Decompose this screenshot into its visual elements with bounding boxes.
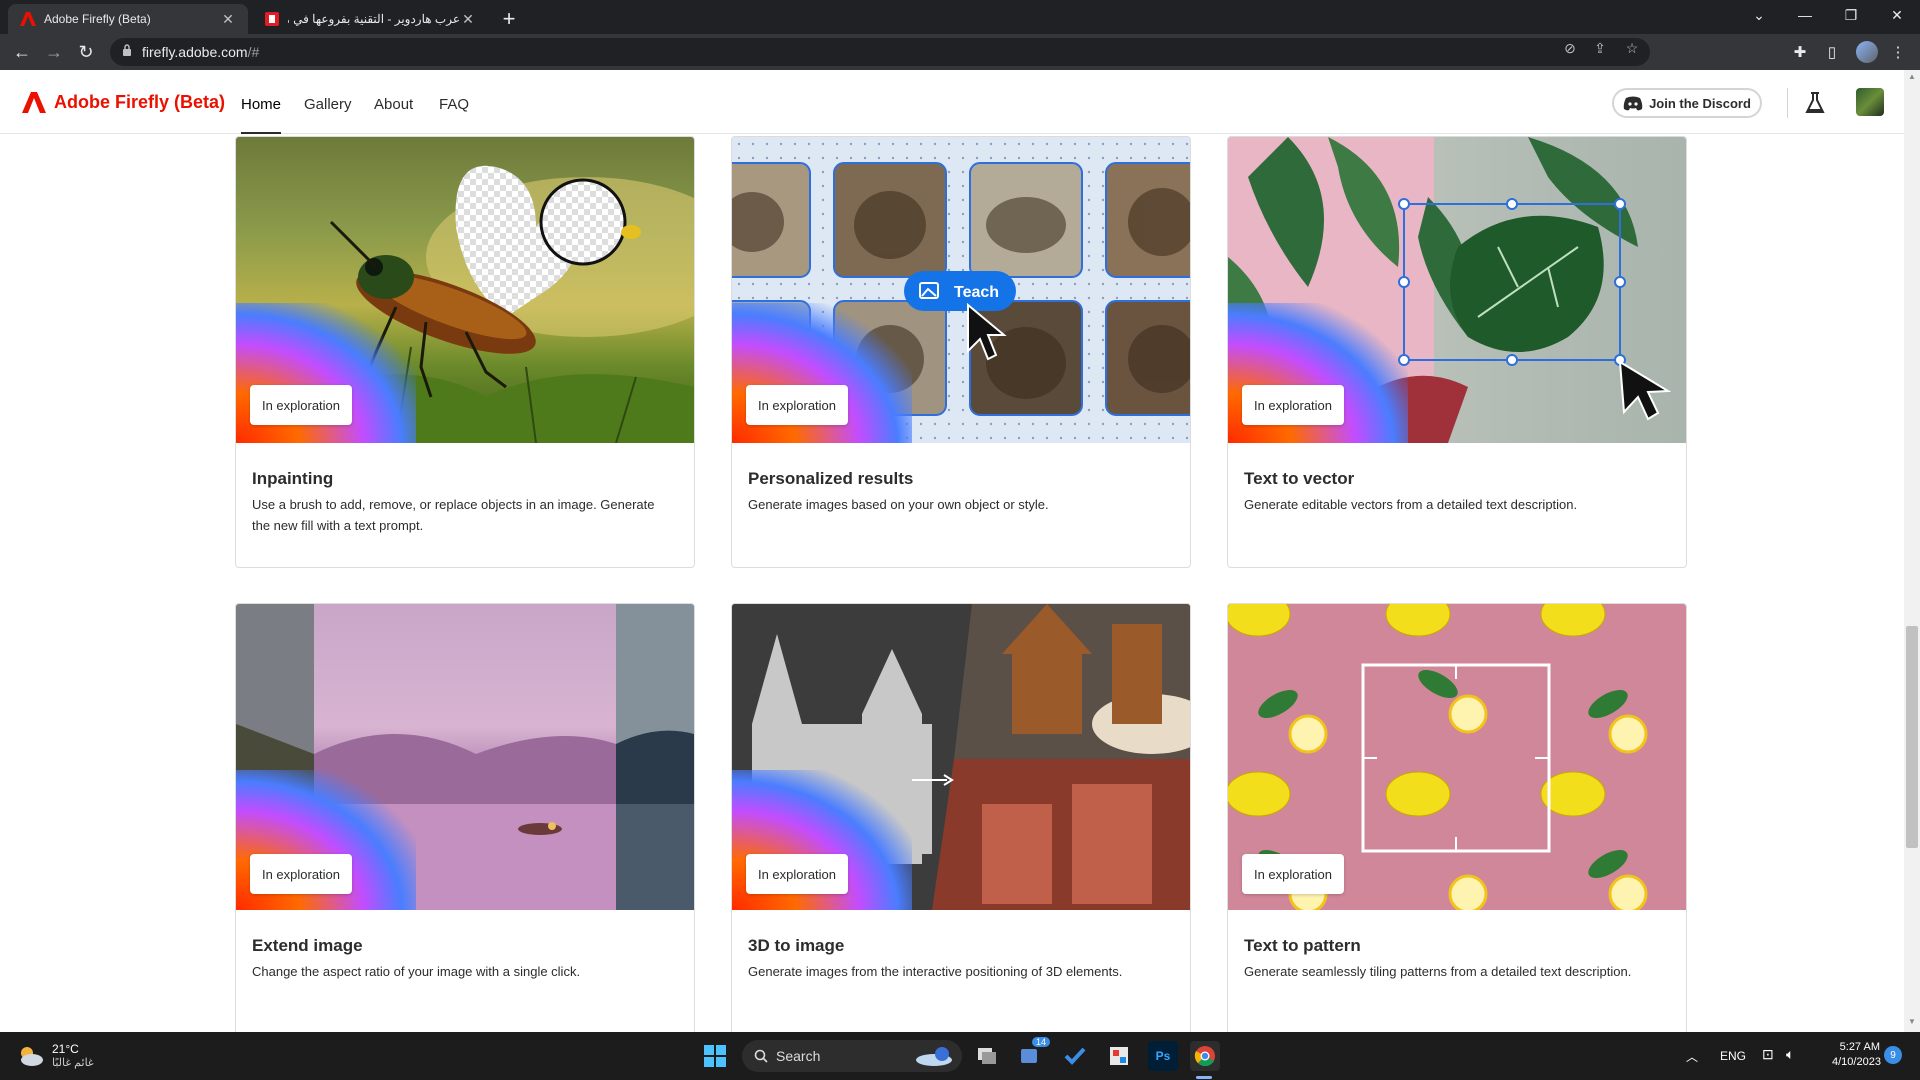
back-arrow-icon[interactable]: ← [10, 40, 34, 64]
beta-lab-flask-icon[interactable] [1805, 92, 1825, 114]
join-discord-button[interactable]: Join the Discord [1612, 88, 1762, 118]
header-divider [1787, 88, 1788, 118]
status-badge: In exploration [1242, 385, 1344, 425]
lock-icon [123, 44, 131, 56]
features-grid: In exploration Inpainting Use a brush to… [0, 135, 1904, 1032]
teams-chat-icon[interactable]: 14 [1016, 1037, 1050, 1071]
firefly-brand[interactable]: Adobe Firefly (Beta) [22, 92, 225, 113]
extensions-puzzle-icon[interactable]: ✚ [1790, 42, 1810, 62]
page-scrollbar[interactable] [1904, 70, 1920, 1032]
clock-time: 5:27 AM [1839, 1041, 1880, 1053]
notification-badge: 14 [1031, 1037, 1050, 1047]
weather-widget[interactable]: 21°C غائم غالبًا [16, 1042, 94, 1069]
discord-label: Join the Discord [1649, 95, 1751, 111]
network-icon[interactable]: ⊡ [1762, 1046, 1774, 1063]
status-badge: In exploration [250, 385, 352, 425]
reload-icon[interactable]: ↻ [74, 40, 98, 64]
browser-toolbar: ← → ↻ firefly.adobe.com/# ⊘ ⇪ ☆ ✚ ▯ ⋮ [0, 34, 1920, 70]
card-text-to-pattern[interactable]: In exploration Text to pattern Generate … [1227, 603, 1687, 1032]
card-title: Text to pattern [1244, 936, 1361, 955]
snipping-tool-icon[interactable] [1104, 1041, 1134, 1071]
scroll-up-arrow[interactable]: ▲ [1904, 72, 1920, 86]
close-window-button[interactable]: ✕ [1874, 0, 1920, 30]
active-app-indicator [1196, 1076, 1212, 1079]
tab-search-icon[interactable]: ⌄ [1736, 0, 1782, 30]
nav-home[interactable]: Home [241, 96, 282, 134]
card-text-to-vector[interactable]: In exploration Text to vector Generate e… [1227, 136, 1687, 568]
todo-check-icon[interactable] [1060, 1041, 1090, 1071]
scroll-down-arrow[interactable]: ▼ [1904, 1017, 1920, 1031]
chrome-menu-icon[interactable]: ⋮ [1888, 42, 1908, 62]
chrome-icon[interactable] [1190, 1041, 1220, 1071]
status-badge: In exploration [1242, 854, 1344, 894]
card-description: Generate editable vectors from a detaile… [1244, 497, 1578, 512]
forward-arrow-icon[interactable]: → [42, 40, 66, 64]
card-personalized-results[interactable]: Teach In exploration Personalized result… [731, 136, 1191, 568]
tab-arabhardware[interactable]: عرب هاردوير - التقنية بفروعها في متناول … [252, 4, 488, 34]
restore-button[interactable]: ❐ [1828, 0, 1874, 30]
tab-title: عرب هاردوير - التقنية بفروعها في متناول … [288, 12, 460, 26]
adobe-logo-icon [20, 11, 36, 27]
card-3d-to-image[interactable]: In exploration 3D to image Generate imag… [731, 603, 1191, 1032]
status-badge: In exploration [250, 854, 352, 894]
url-path: /# [247, 44, 260, 60]
new-tab-button[interactable]: + [496, 6, 522, 32]
close-tab-icon[interactable]: ✕ [460, 11, 476, 28]
firefly-header: Adobe Firefly (Beta) Home Gallery About … [0, 70, 1904, 134]
photoshop-icon[interactable]: Ps [1148, 1041, 1178, 1071]
volume-icon[interactable]: 🔈︎ [1786, 1046, 1794, 1063]
search-label: Search [776, 1048, 821, 1064]
card-description: Generate images based on your own object… [748, 497, 1049, 512]
notification-count-badge[interactable]: 9 [1884, 1046, 1902, 1064]
tab-adobe-firefly[interactable]: Adobe Firefly (Beta) ✕ [8, 4, 248, 34]
bookmark-star-icon[interactable]: ☆ [1624, 40, 1640, 56]
windows-taskbar: 21°C غائم غالبًا Search 14 Ps ︿ ENG ⊡ 🔈︎… [0, 1032, 1920, 1080]
arabhardware-logo-icon [264, 11, 280, 27]
clock[interactable]: 5:27 AM 4/10/2023 [1832, 1041, 1881, 1068]
status-badge: In exploration [746, 854, 848, 894]
nav-about[interactable]: About [374, 96, 413, 113]
brand-name: Adobe Firefly (Beta) [54, 92, 226, 112]
card-description: Generate images from the interactive pos… [748, 964, 1123, 979]
search-icon [754, 1049, 768, 1063]
minimize-button[interactable]: — [1782, 0, 1828, 30]
task-view-icon[interactable] [972, 1041, 1002, 1071]
profile-avatar[interactable] [1856, 41, 1878, 63]
language-indicator[interactable]: ENG [1720, 1049, 1746, 1063]
tab-title: Adobe Firefly (Beta) [44, 12, 151, 26]
nav-gallery[interactable]: Gallery [304, 96, 352, 113]
show-hidden-icons-chevron[interactable]: ︿ [1686, 1048, 1698, 1065]
close-tab-icon[interactable]: ✕ [220, 11, 236, 28]
scrollbar-thumb[interactable] [1906, 626, 1918, 848]
status-badge: In exploration [746, 385, 848, 425]
teach-label: Teach [954, 284, 999, 301]
card-title: Inpainting [252, 469, 334, 488]
windows-start-icon[interactable] [700, 1041, 730, 1071]
cloudy-weather-icon [21, 1046, 43, 1066]
weather-temp: 21°C [52, 1042, 79, 1056]
card-inpainting[interactable]: In exploration Inpainting Use a brush to… [235, 136, 695, 568]
share-icon[interactable]: ⇪ [1592, 40, 1608, 56]
card-description: Change the aspect ratio of your image wi… [252, 964, 581, 979]
side-panel-icon[interactable]: ▯ [1822, 42, 1842, 62]
card-description: Generate seamlessly tiling patterns from… [1244, 964, 1632, 979]
card-title: 3D to image [748, 936, 845, 955]
card-description: Use a brush to add, remove, or replace o… [252, 497, 655, 533]
card-title: Extend image [252, 936, 363, 955]
card-extend-image[interactable]: In exploration Extend image Change the a… [235, 603, 695, 1032]
adobe-logo-icon [22, 92, 46, 113]
weather-desc: غائم غالبًا [52, 1057, 94, 1069]
url-host: firefly.adobe.com [142, 44, 248, 60]
address-bar[interactable]: firefly.adobe.com/# [110, 38, 1650, 66]
browser-tab-strip: Adobe Firefly (Beta) ✕ عرب هاردوير - الت… [0, 0, 1920, 34]
discord-icon [1623, 96, 1643, 110]
search-highlight-icon [916, 1047, 952, 1066]
clock-date: 4/10/2023 [1832, 1056, 1881, 1068]
taskbar-search[interactable]: Search [742, 1040, 962, 1072]
tracking-blocked-icon[interactable]: ⊘ [1562, 40, 1578, 56]
nav-faq[interactable]: FAQ [439, 96, 469, 113]
card-title: Personalized results [748, 469, 914, 488]
card-title: Text to vector [1244, 469, 1355, 488]
user-avatar[interactable] [1856, 88, 1884, 116]
